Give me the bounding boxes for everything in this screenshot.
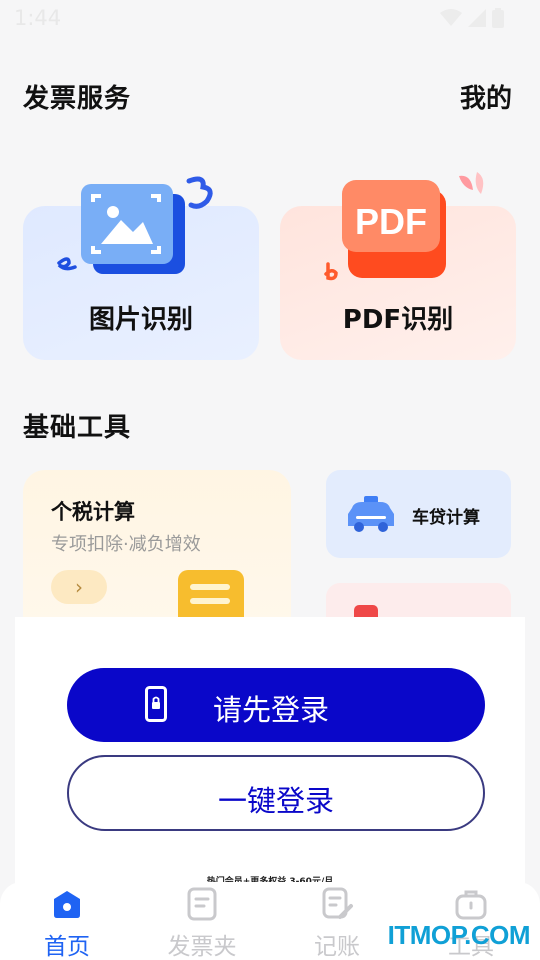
watermark: ITMOP.COM (387, 920, 531, 950)
tab-home-label: 首页 (44, 934, 90, 960)
tax-calc-go-button[interactable]: › (51, 570, 107, 604)
image-recognition-label: 图片识别 (88, 305, 193, 335)
status-time: 1:44 (14, 6, 62, 30)
decor-curl-icon (324, 262, 338, 281)
battery-icon (492, 8, 504, 28)
tab-invoice-folder-label: 发票夹 (167, 934, 237, 960)
car-loan-card[interactable]: 车贷计算 (326, 470, 511, 558)
phone-lock-icon (145, 686, 167, 722)
home-icon (54, 891, 80, 918)
toolbox-icon (455, 890, 487, 920)
tab-invoice-folder[interactable]: 发票夹 (152, 882, 252, 960)
page-title: 发票服务 (23, 84, 132, 114)
tax-calc-title: 个税计算 (51, 500, 135, 524)
signal-icon (468, 9, 486, 27)
one-click-login-label: 一键登录 (217, 784, 334, 818)
pdf-recognition-label: PDF识别 (342, 305, 454, 335)
invoice-folder-icon (187, 887, 217, 921)
image-recognition-icon (81, 184, 185, 274)
login-first-label: 请先登录 (213, 693, 330, 727)
mine-link[interactable]: 我的 (460, 78, 512, 115)
ledger-icon (322, 887, 353, 919)
pdf-icon: PDF (342, 180, 446, 278)
wifi-icon (440, 9, 462, 26)
tab-home[interactable]: 首页 (17, 882, 117, 960)
tab-ledger[interactable]: 记账 (287, 882, 387, 960)
tools-title: 基础工具 (23, 413, 132, 443)
status-icons (440, 8, 504, 28)
status-bar: 1:44 (0, 0, 540, 36)
decor-squiggle-icon (186, 176, 213, 209)
tax-calc-subtitle: 专项扣除·减负增效 (51, 534, 201, 555)
decor-petal-icon (459, 172, 484, 194)
tab-ledger-label: 记账 (314, 934, 360, 960)
one-click-login-button[interactable]: 一键登录 (67, 755, 485, 831)
login-first-button[interactable]: 请先登录 (67, 668, 485, 742)
decor-curl-icon (57, 257, 77, 271)
tax-calc-card[interactable]: 个税计算 专项扣除·减负增效 › (23, 470, 291, 646)
pdf-icon-text: PDF (355, 201, 427, 242)
car-loan-label: 车贷计算 (412, 508, 480, 528)
car-icon (348, 496, 394, 532)
